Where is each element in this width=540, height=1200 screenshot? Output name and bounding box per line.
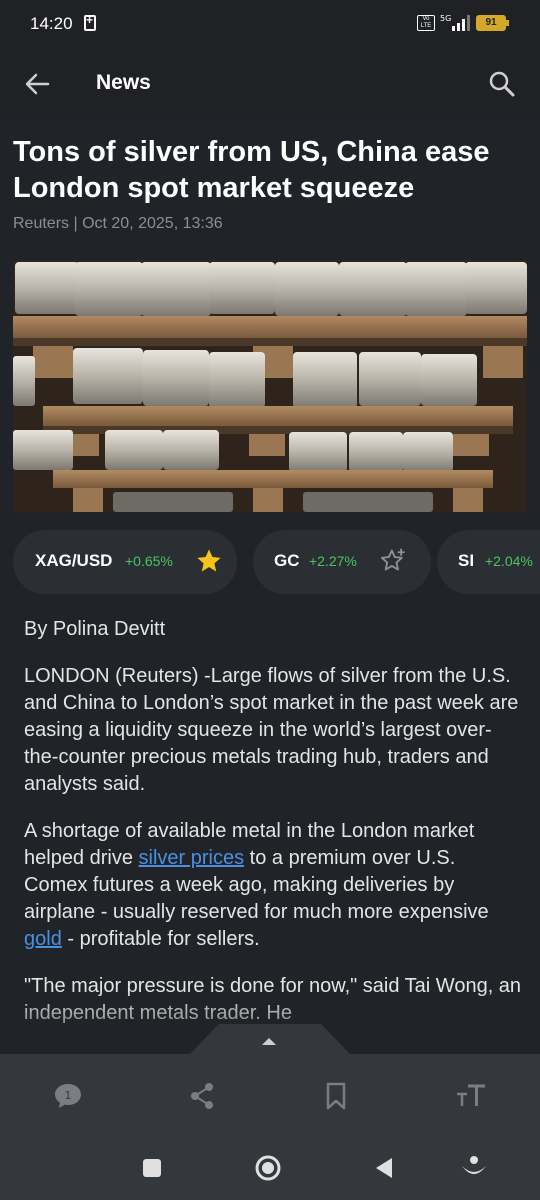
text-size-icon[interactable] [454, 1080, 486, 1112]
assistant-icon[interactable] [458, 1152, 490, 1184]
ticker-symbol: SI [458, 551, 475, 570]
home-icon[interactable] [252, 1152, 284, 1184]
ticker-chip-xagusd[interactable]: XAG/USD +0.65% [13, 530, 237, 594]
article-hero-image[interactable] [13, 260, 527, 512]
comment-icon[interactable]: 1 [52, 1080, 84, 1112]
article-paragraph: A shortage of available metal in the Lon… [24, 820, 489, 950]
ticker-change: +2.27% [309, 553, 357, 569]
article-headline: Tons of silver from US, China ease Londo… [13, 136, 490, 204]
ticker-symbol: XAG/USD [35, 551, 113, 570]
ticker-chip-gc[interactable]: GC +2.27% [253, 530, 431, 594]
silver-prices-link[interactable]: silver prices [139, 847, 245, 869]
article-body: By Polina Devitt LONDON (Reuters) -Large… [24, 616, 524, 1047]
comment-count: 1 [65, 1089, 72, 1102]
article-author: By Polina Devitt [24, 618, 166, 640]
silver-bars-illustration [13, 260, 527, 512]
page-title: News [96, 71, 151, 94]
chevron-up-icon [262, 1038, 276, 1045]
network-label: 5G [440, 14, 451, 23]
back-triangle-icon[interactable] [368, 1152, 400, 1184]
system-navigation-bar [0, 1136, 540, 1200]
notification-icon [84, 13, 96, 31]
star-add-icon[interactable] [379, 547, 407, 575]
volte-icon: Vo LTE [417, 15, 435, 31]
ticker-symbol: GC [274, 551, 300, 570]
article-source-date: Reuters | Oct 20, 2025, 13:36 [13, 215, 223, 232]
status-bar: 14:20 Vo LTE 5G 91 [0, 0, 540, 48]
signal-icon: 5G [440, 14, 472, 37]
article-content[interactable]: Tons of silver from US, China ease Londo… [0, 120, 540, 1054]
article-paragraph: LONDON (Reuters) -Large flows of silver … [24, 665, 519, 795]
ticker-chips: XAG/USD +0.65% GC +2.27% SI +2.04% [13, 530, 540, 596]
status-time: 14:20 [30, 14, 73, 33]
battery-icon: 91 [476, 15, 509, 31]
recent-apps-icon[interactable] [136, 1152, 168, 1184]
back-arrow-icon[interactable] [20, 68, 54, 100]
gold-link[interactable]: gold [24, 928, 62, 950]
ticker-change: +2.04% [485, 553, 533, 569]
star-filled-icon[interactable] [195, 547, 223, 575]
bookmark-icon[interactable] [320, 1080, 352, 1112]
ticker-chip-si[interactable]: SI +2.04% [437, 530, 540, 594]
search-icon[interactable] [486, 68, 518, 100]
ticker-change: +0.65% [125, 553, 173, 569]
bottom-toolbar: 1 [0, 1054, 540, 1136]
app-bar: News [0, 48, 540, 120]
share-icon[interactable] [186, 1080, 218, 1112]
